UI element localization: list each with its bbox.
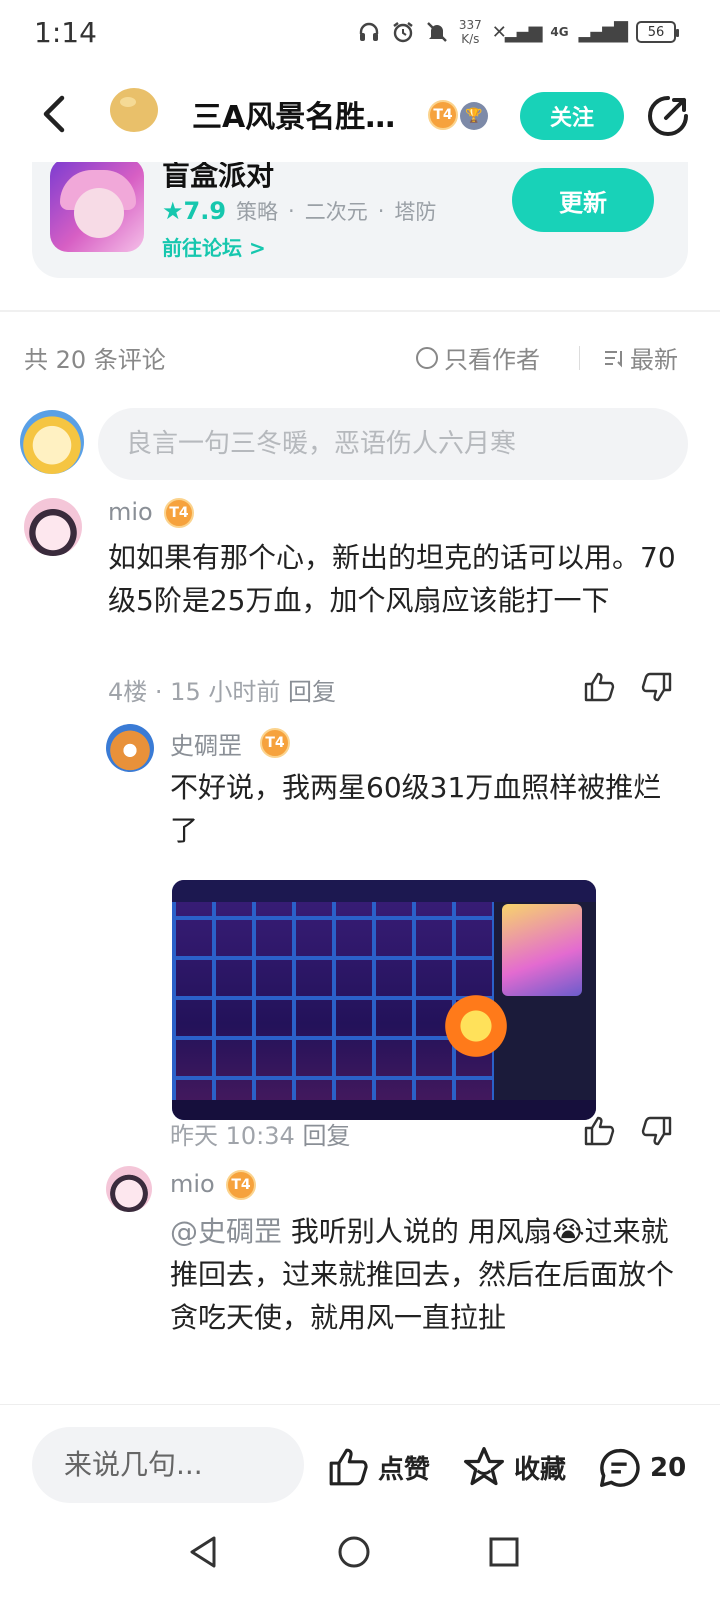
- comment-input[interactable]: 良言一句三冬暖，恶语伤人六月寒: [98, 408, 688, 480]
- level-badge: T4: [428, 100, 458, 130]
- game-icon: [50, 158, 144, 252]
- status-bar: 1:14 337 K/s ✕▂▄▆ 4G ▂▄▆█ 56: [0, 0, 720, 70]
- game-tag: 策略: [236, 200, 279, 224]
- headphones-icon: [359, 22, 379, 41]
- avatar[interactable]: [24, 498, 82, 556]
- star-icon: [464, 1447, 504, 1486]
- net-speed: 337 K/s: [458, 18, 482, 46]
- comment-text[interactable]: 如如果有那个心，新出的坦克的话可以用。70级5阶是25万血，加个风扇应该能打一下: [108, 536, 678, 622]
- sort-button[interactable]: 最新: [602, 340, 678, 375]
- comment-button[interactable]: 20: [596, 1445, 686, 1491]
- avatar[interactable]: [106, 1166, 152, 1212]
- reply-username[interactable]: mio: [170, 1170, 215, 1198]
- author-only-toggle[interactable]: 只看作者: [416, 340, 540, 375]
- radio-circle-icon: [416, 346, 438, 369]
- nav-home-icon[interactable]: [334, 1532, 374, 1572]
- comment-username[interactable]: mio: [108, 498, 153, 526]
- reply-meta: 昨天 10:34 回复: [170, 1122, 351, 1150]
- nav-recents-icon[interactable]: [484, 1532, 524, 1572]
- trophy-icon: 🏆: [460, 102, 488, 130]
- thumbs-up-icon: [329, 1448, 368, 1486]
- reply-text[interactable]: 不好说，我两星60级31万血照样被推烂了: [170, 766, 670, 852]
- level-badge: T4: [226, 1170, 256, 1200]
- comment-count: 共 20 条评论: [24, 346, 166, 374]
- my-avatar: [20, 410, 84, 474]
- game-meta: ★7.9 策略 · 二次元 · 塔防: [162, 197, 437, 225]
- header-title: 三A风景名胜…: [192, 100, 396, 135]
- comment-meta: 4楼 · 15 小时前 回复: [108, 678, 336, 706]
- bottom-bar: 来说几句... 点赞 收藏 20: [0, 1404, 720, 1504]
- game-tag: 二次元: [304, 200, 368, 224]
- signal-icon: ▂▄▆█: [578, 21, 628, 43]
- dislike-icon[interactable]: [640, 670, 674, 704]
- reply-button[interactable]: 回复: [288, 678, 336, 706]
- reply-button[interactable]: 回复: [302, 1122, 350, 1150]
- mention[interactable]: @史碉罡: [170, 1215, 282, 1248]
- sort-icon: [605, 350, 622, 367]
- update-button[interactable]: 更新: [512, 168, 654, 232]
- dislike-icon[interactable]: [640, 1114, 674, 1148]
- alarm-icon: [393, 22, 413, 43]
- comment-bubble-icon: [600, 1449, 640, 1487]
- nav-back-icon[interactable]: [184, 1532, 224, 1572]
- game-rating: ★7.9: [162, 197, 227, 225]
- like-icon[interactable]: [582, 670, 616, 704]
- network-type: 4G: [550, 25, 569, 39]
- like-button[interactable]: 点赞: [326, 1445, 430, 1489]
- reply-text[interactable]: @史碉罡 我听别人说的 用风扇😭过来就推回去，过来就推回去，然后在后面放个贪吃天…: [170, 1210, 680, 1382]
- level-badge: T4: [260, 728, 290, 758]
- back-arrow-icon[interactable]: [36, 92, 76, 136]
- like-icon[interactable]: [582, 1114, 616, 1148]
- comment-image[interactable]: [172, 880, 596, 1120]
- follow-button[interactable]: 关注: [520, 92, 624, 140]
- status-icons: 337 K/s ✕▂▄▆ 4G ▂▄▆█ 56: [357, 18, 679, 46]
- author-avatar[interactable]: [106, 84, 162, 148]
- divider: [0, 310, 720, 312]
- say-input[interactable]: 来说几句...: [32, 1427, 304, 1503]
- nav-bar: [0, 1510, 720, 1600]
- wifi-off-signal-icon: ✕▂▄▆: [491, 21, 543, 43]
- avatar[interactable]: [106, 724, 154, 772]
- separator: [579, 346, 580, 370]
- favorite-button[interactable]: 收藏: [462, 1445, 566, 1489]
- reply-username[interactable]: 史碉罡: [170, 726, 242, 761]
- status-time: 1:14: [34, 16, 97, 49]
- forum-link[interactable]: 前往论坛 >: [162, 232, 266, 261]
- battery-icon: 56: [636, 21, 679, 43]
- header: 三A风景名胜… T4 🏆 关注: [0, 70, 720, 162]
- share-icon[interactable]: [646, 94, 690, 138]
- game-tag: 塔防: [394, 200, 437, 224]
- level-badge: T4: [164, 498, 194, 528]
- mute-bell-icon: [427, 22, 447, 42]
